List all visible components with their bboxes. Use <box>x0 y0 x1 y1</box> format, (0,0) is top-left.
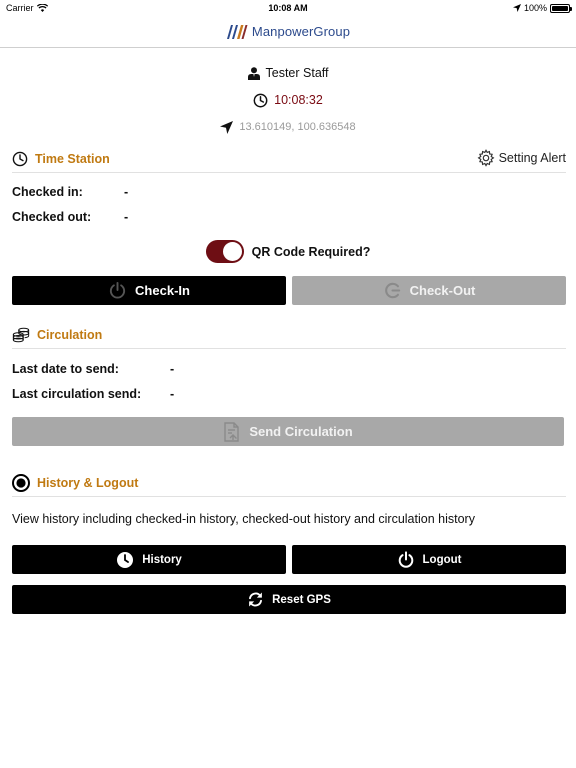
reset-gps-label: Reset GPS <box>272 593 331 606</box>
qr-required-label: QR Code Required? <box>251 244 371 259</box>
current-time: 10:08:32 <box>274 93 323 107</box>
history-button[interactable]: History <box>12 545 286 574</box>
check-out-label: Check-Out <box>409 283 476 298</box>
user-icon <box>247 66 260 80</box>
user-info: Tester Staff 10:08:32 13.610149, 100.636… <box>0 62 576 138</box>
refresh-icon <box>249 592 263 607</box>
send-circulation-label: Send Circulation <box>249 424 353 439</box>
brand-name: ManpowerGroup <box>251 24 351 39</box>
clock-icon <box>117 551 134 568</box>
status-right: 100% <box>512 3 572 13</box>
reset-gps-button[interactable]: Reset GPS <box>12 585 566 614</box>
last-date-label: Last date to send: <box>12 362 119 376</box>
section-title: Time Station <box>35 151 110 166</box>
checked-in-label: Checked in: <box>12 185 83 199</box>
record-icon <box>12 473 30 492</box>
power-icon <box>109 281 126 299</box>
history-logout-header: History & Logout <box>12 469 566 497</box>
location-arrow-icon <box>512 4 521 12</box>
gps-row: 13.610149, 100.636548 <box>0 116 576 138</box>
send-document-icon <box>224 421 240 442</box>
clock-row: 10:08:32 <box>0 89 576 111</box>
clock-icon <box>253 93 268 107</box>
qr-required-toggle[interactable] <box>205 240 244 263</box>
qr-toggle-row: QR Code Required? <box>0 240 576 263</box>
checked-in-value: - <box>124 185 129 199</box>
navbar: ManpowerGroup <box>0 16 576 48</box>
status-bar: Carrier 10:08 AM 100% <box>0 0 576 16</box>
coins-icon <box>12 327 30 342</box>
last-date-value: - <box>170 362 175 376</box>
user-name: Tester Staff <box>265 66 329 80</box>
clock-icon <box>12 151 28 166</box>
status-time: 10:08 AM <box>268 3 308 13</box>
checked-out-label: Checked out: <box>12 210 92 224</box>
checked-out-value: - <box>124 210 129 224</box>
location-arrow-icon <box>220 120 234 134</box>
logout-label: Logout <box>422 553 462 566</box>
last-send-value: - <box>170 387 175 401</box>
section-title: History & Logout <box>37 475 139 490</box>
last-send-label: Last circulation send: <box>12 387 142 401</box>
check-in-button[interactable]: Check-In <box>12 276 286 305</box>
gps-coordinates: 13.610149, 100.636548 <box>239 121 356 133</box>
history-description: View history including checked-in histor… <box>12 512 475 526</box>
history-label: History <box>142 553 182 566</box>
battery-percent: 100% <box>523 3 547 13</box>
power-icon <box>398 550 413 568</box>
manpower-logo-icon <box>226 24 248 39</box>
check-in-label: Check-In <box>135 283 190 298</box>
setting-alert-label: Setting Alert <box>498 151 566 165</box>
check-out-icon <box>384 282 400 299</box>
setting-alert-button[interactable]: Setting Alert <box>477 149 566 167</box>
battery-icon <box>550 3 572 13</box>
time-station-header: Time Station Setting Alert <box>12 145 566 173</box>
section-title: Circulation <box>37 327 103 342</box>
send-circulation-button[interactable]: Send Circulation <box>12 417 564 446</box>
check-out-button[interactable]: Check-Out <box>292 276 566 305</box>
logout-button[interactable]: Logout <box>292 545 566 574</box>
gear-icon <box>477 149 495 167</box>
circulation-header: Circulation <box>12 321 566 349</box>
user-name-row: Tester Staff <box>0 62 576 84</box>
